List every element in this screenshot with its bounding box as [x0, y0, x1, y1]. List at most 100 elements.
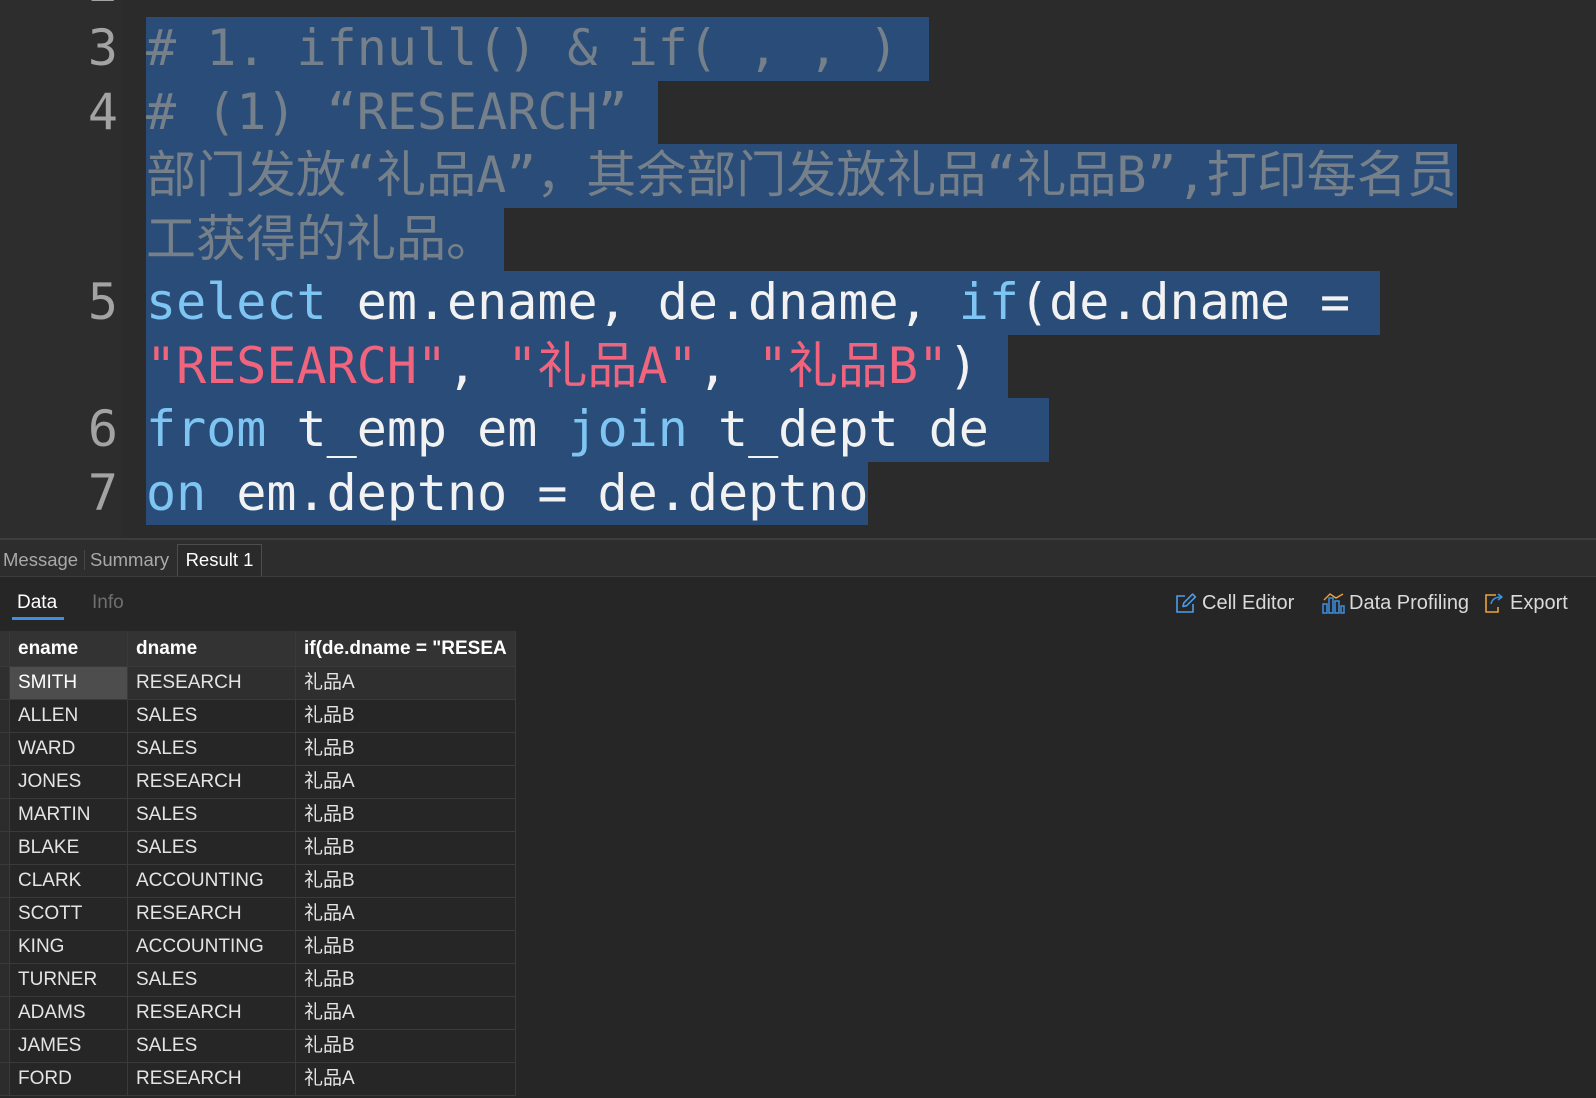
code-line-4[interactable]: # (1) “RESEARCH”: [146, 80, 658, 144]
cell-dname[interactable]: ACCOUNTING: [128, 865, 296, 898]
table-row: ADAMS RESEARCH 礼品A: [0, 997, 517, 1030]
export-button[interactable]: Export: [1482, 590, 1568, 616]
code-line-7[interactable]: on em.deptno = de.deptno: [146, 461, 869, 525]
cell-ename[interactable]: CLARK: [10, 865, 128, 898]
export-icon: [1482, 591, 1506, 615]
cell-ename[interactable]: WARD: [10, 733, 128, 766]
cell-gift[interactable]: 礼品A: [296, 766, 516, 799]
cell-ename[interactable]: ALLEN: [10, 700, 128, 733]
code-text: (de.dname =: [1019, 273, 1351, 331]
code-line-4-wrap[interactable]: 部门发放“礼品A”，其余部门发放礼品“礼品B”,打印每名员: [146, 144, 1457, 208]
table-row: CLARK ACCOUNTING 礼品B: [0, 865, 517, 898]
row-indicator[interactable]: [0, 667, 10, 700]
data-profiling-button[interactable]: Data Profiling: [1321, 590, 1469, 616]
row-indicator[interactable]: [0, 865, 10, 898]
table-row: SCOTT RESEARCH 礼品A: [0, 898, 517, 931]
cell-ename[interactable]: KING: [10, 931, 128, 964]
sql-editor[interactable]: 2 3 4 5 6 7 # 1. ifnull() & if( , , ) # …: [0, 0, 1596, 538]
cell-ename[interactable]: FORD: [10, 1063, 128, 1096]
cell-gift[interactable]: 礼品A: [296, 1063, 516, 1096]
cell-ename[interactable]: JAMES: [10, 1030, 128, 1063]
row-indicator[interactable]: [0, 832, 10, 865]
column-header-dname[interactable]: dname: [128, 631, 296, 667]
row-indicator[interactable]: [0, 1030, 10, 1063]
selection-highlight: on em.deptno = de.deptno: [146, 461, 869, 525]
row-indicator[interactable]: [0, 964, 10, 997]
row-indicator[interactable]: [0, 931, 10, 964]
cell-ename[interactable]: SMITH: [10, 667, 128, 700]
code-text: em.ename, de.dname,: [326, 273, 959, 331]
string-literal: "RESEARCH": [146, 336, 448, 395]
cell-dname[interactable]: SALES: [128, 1030, 296, 1063]
table-row: TURNER SALES 礼品B: [0, 964, 517, 997]
cell-gift[interactable]: 礼品A: [296, 997, 516, 1030]
code-line-5-wrap[interactable]: "RESEARCH", "礼品A", "礼品B"): [146, 334, 1009, 398]
column-header-ename[interactable]: ename: [10, 631, 128, 667]
table-row: JAMES SALES 礼品B: [0, 1030, 517, 1063]
cell-gift[interactable]: 礼品B: [296, 832, 516, 865]
tab-info[interactable]: Info: [92, 589, 124, 617]
active-tab-indicator: [12, 617, 64, 620]
cell-ename[interactable]: MARTIN: [10, 799, 128, 832]
keyword-if: if: [958, 273, 1019, 331]
tab-message[interactable]: Message: [3, 544, 78, 576]
code-line-5[interactable]: select em.ename, de.dname, if(de.dname =: [146, 271, 1381, 335]
comment-token: # (1) “RESEARCH”: [146, 82, 628, 141]
row-indicator[interactable]: [0, 1063, 10, 1096]
row-indicator[interactable]: [0, 799, 10, 832]
table-row: KING ACCOUNTING 礼品B: [0, 931, 517, 964]
cell-gift[interactable]: 礼品A: [296, 898, 516, 931]
cell-dname[interactable]: RESEARCH: [128, 898, 296, 931]
cell-dname[interactable]: RESEARCH: [128, 667, 296, 700]
table-row: WARD SALES 礼品B: [0, 733, 517, 766]
cell-gift[interactable]: 礼品B: [296, 799, 516, 832]
tab-data[interactable]: Data: [17, 589, 57, 617]
line-number: 6: [87, 400, 118, 458]
cell-ename[interactable]: BLAKE: [10, 832, 128, 865]
code-text: ,: [697, 336, 758, 395]
row-indicator-header[interactable]: [0, 631, 10, 667]
pencil-square-icon: [1174, 591, 1198, 615]
cell-gift[interactable]: 礼品B: [296, 1030, 516, 1063]
cell-dname[interactable]: RESEARCH: [128, 766, 296, 799]
column-header-if-expression[interactable]: if(de.dname = "RESEA: [296, 631, 516, 667]
cell-ename[interactable]: SCOTT: [10, 898, 128, 931]
cell-dname[interactable]: SALES: [128, 964, 296, 997]
bar-chart-icon: [1321, 591, 1345, 615]
cell-gift[interactable]: 礼品B: [296, 700, 516, 733]
row-indicator[interactable]: [0, 766, 10, 799]
cell-dname[interactable]: RESEARCH: [128, 1063, 296, 1096]
cell-ename[interactable]: JONES: [10, 766, 128, 799]
selection-highlight: "RESEARCH", "礼品A", "礼品B"): [146, 334, 1009, 398]
row-indicator[interactable]: [0, 997, 10, 1030]
code-line-6[interactable]: from t_emp em join t_dept de: [146, 398, 1049, 462]
cell-gift[interactable]: 礼品A: [296, 667, 516, 700]
cell-gift[interactable]: 礼品B: [296, 964, 516, 997]
table-row: BLAKE SALES 礼品B: [0, 832, 517, 865]
code-line-4-wrap[interactable]: 工获得的礼品。: [146, 207, 504, 271]
tab-summary[interactable]: Summary: [90, 544, 169, 576]
code-text: ): [948, 336, 979, 395]
row-indicator[interactable]: [0, 733, 10, 766]
cell-dname[interactable]: SALES: [128, 700, 296, 733]
cell-editor-button[interactable]: Cell Editor: [1174, 590, 1294, 616]
keyword-on: on: [146, 463, 207, 522]
cell-dname[interactable]: SALES: [128, 832, 296, 865]
tab-result-1[interactable]: Result 1: [177, 544, 262, 576]
cell-gift[interactable]: 礼品B: [296, 865, 516, 898]
row-indicator[interactable]: [0, 898, 10, 931]
keyword-select: select: [146, 273, 327, 331]
cell-dname[interactable]: SALES: [128, 799, 296, 832]
comment-token: 部门发放“礼品A”，其余部门发放礼品“礼品B”,打印每名员: [146, 146, 1457, 204]
cell-gift[interactable]: 礼品B: [296, 931, 516, 964]
line-number: 7: [87, 463, 118, 522]
cell-gift[interactable]: 礼品B: [296, 733, 516, 766]
cell-dname[interactable]: ACCOUNTING: [128, 931, 296, 964]
cell-dname[interactable]: SALES: [128, 733, 296, 766]
cell-ename[interactable]: TURNER: [10, 964, 128, 997]
code-line-3[interactable]: # 1. ifnull() & if( , , ): [146, 17, 929, 81]
cell-ename[interactable]: ADAMS: [10, 997, 128, 1030]
comment-token: 工获得的礼品。: [146, 209, 496, 268]
cell-dname[interactable]: RESEARCH: [128, 997, 296, 1030]
row-indicator[interactable]: [0, 700, 10, 733]
